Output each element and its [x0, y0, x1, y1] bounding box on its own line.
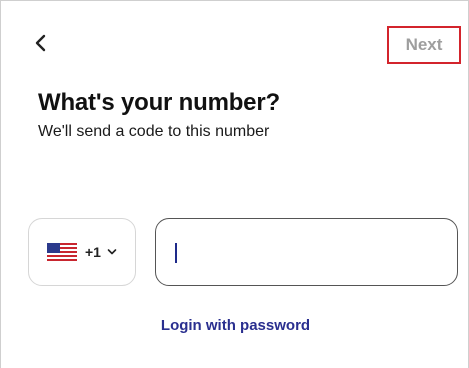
page-subtitle: We'll send a code to this number	[38, 123, 270, 140]
page-title: What's your number?	[38, 89, 280, 116]
chevron-left-icon	[35, 34, 46, 52]
phone-number-input[interactable]	[175, 237, 435, 267]
back-button[interactable]	[31, 31, 51, 55]
country-code-picker[interactable]: +1	[28, 218, 136, 286]
screen-frame: Next What's your number? We'll send a co…	[0, 0, 469, 368]
next-button[interactable]: Next	[387, 26, 461, 64]
us-flag-icon	[47, 243, 77, 261]
text-cursor	[175, 243, 177, 263]
next-button-label: Next	[405, 35, 443, 54]
login-with-password-link[interactable]: Login with password	[1, 317, 469, 334]
chevron-down-icon	[107, 248, 117, 256]
phone-number-field[interactable]	[155, 218, 458, 286]
dial-code: +1	[85, 244, 101, 260]
